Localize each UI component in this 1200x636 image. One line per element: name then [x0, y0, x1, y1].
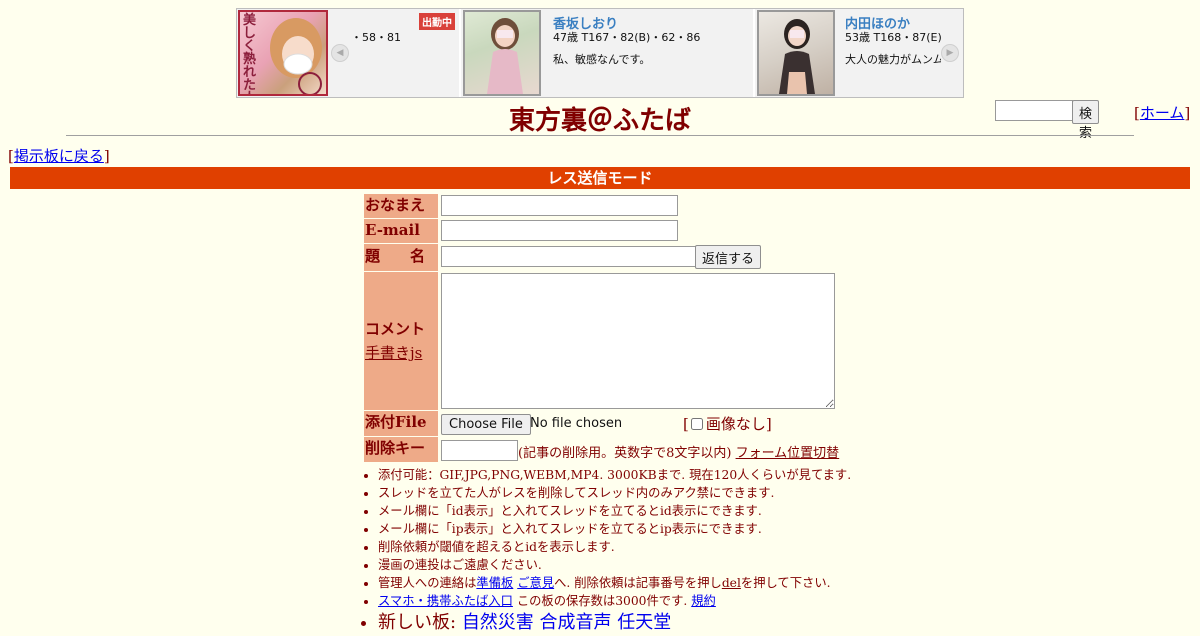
rule-item-new-boards: 新しい板: 自然災害 合成音声 任天堂: [378, 610, 980, 636]
name-input[interactable]: [441, 195, 678, 216]
ad-card-2[interactable]: 香坂しおり 47歳 T167・82(B)・62・86 私、敏感なんです。: [461, 9, 753, 97]
file-label: 添付File: [364, 411, 438, 436]
search-button[interactable]: 検索: [1072, 100, 1100, 141]
ad-photo-text: 美しく熟れた人妻: [243, 13, 257, 94]
mobile-entrance-link[interactable]: スマホ・携帯ふたば入口: [378, 594, 513, 608]
no-image-checkbox[interactable]: [690, 418, 703, 430]
rule-item: 削除依頼が閾値を超えるとidを表示します.: [378, 538, 980, 556]
ad-card-1[interactable]: 美しく熟れた人妻 ◀ 出勤中 ・58・81: [237, 9, 459, 97]
no-image-label: 画像なし: [705, 415, 766, 433]
choose-file-button[interactable]: Choose File: [441, 414, 531, 435]
ad-stats-3: 53歳 T168・87(E): [845, 31, 942, 44]
rule-item: スレッドを立てた人がレスを削除してスレッド内のみアク禁にできます.: [378, 484, 980, 502]
ad-card-3[interactable]: 内田ほのか 53歳 T168・87(E) 大人の魅力がムンム ▶: [755, 9, 963, 97]
rule-item: メール欄に「ip表示」と入れてスレッドを立てるとip表示にできます.: [378, 520, 980, 538]
del-link[interactable]: del: [722, 576, 741, 590]
subject-input[interactable]: [441, 246, 696, 267]
file-status: No file chosen: [530, 416, 623, 431]
email-input[interactable]: [441, 220, 678, 241]
portrait-image: [487, 18, 523, 94]
rules-list: 添付可能：GIF,JPG,PNG,WEBM,MP4. 3000KBまで. 現在1…: [360, 466, 980, 636]
divider: [66, 135, 1134, 136]
comment-label-cell: コメント 手書きjs: [364, 272, 438, 410]
rule-text: を押して下さい.: [740, 576, 831, 590]
portrait-image: [779, 19, 815, 94]
rule-item-contact: 管理人への連絡は準備板 ご意見へ. 削除依頼は記事番号を押しdelを押して下さい…: [378, 574, 980, 592]
ad-stats-2: 47歳 T167・82(B)・62・86: [553, 31, 701, 44]
home-link[interactable]: ホーム: [1140, 104, 1185, 122]
reply-mode-bar: レス送信モード: [10, 167, 1190, 189]
delete-key-note: (記事の削除用。英数字で8文字以内) フォーム位置切替: [518, 442, 839, 461]
search-input[interactable]: [995, 100, 1073, 121]
ad-photo-3[interactable]: [757, 10, 835, 96]
feedback-link[interactable]: ご意見: [517, 576, 554, 590]
rule-text: 管理人への連絡は: [378, 576, 477, 590]
rule-item: 漫画の連投はご遠慮ください.: [378, 556, 980, 574]
delete-key-label: 削除キー: [364, 437, 438, 462]
rule-item-mobile: スマホ・携帯ふたば入口 この板の保存数は3000件です. 規約: [378, 592, 980, 610]
submit-reply-button[interactable]: 返信する: [695, 245, 762, 269]
handwrite-js-link[interactable]: 手書きjs: [365, 342, 422, 363]
email-label: E-mail: [364, 219, 438, 243]
delete-key-note-text: (記事の削除用。英数字で8文字以内): [518, 446, 732, 461]
no-image-option: [画像なし]: [683, 415, 772, 433]
comment-label: コメント: [365, 320, 426, 338]
rule-text: へ. 削除依頼は記事番号を押し: [554, 576, 722, 590]
ad-photo-2[interactable]: [463, 10, 541, 96]
search-form: 検索: [995, 100, 1100, 141]
ad-stats-1: ・58・81: [351, 31, 401, 44]
delete-key-input[interactable]: [441, 440, 518, 461]
ad-message-3: 大人の魅力がムンム: [845, 53, 941, 66]
subject-label: 題 名: [364, 244, 438, 271]
terms-link[interactable]: 規約: [691, 594, 716, 608]
ad-next-arrow-icon[interactable]: ▶: [941, 44, 959, 62]
on-duty-badge: 出勤中: [419, 13, 455, 30]
form-position-toggle-link[interactable]: フォーム位置切替: [736, 446, 840, 461]
back-to-board-link[interactable]: 掲示板に戻る: [14, 147, 104, 165]
name-label: おなまえ: [364, 194, 438, 218]
ad-message-2: 私、敏感なんです。: [553, 53, 651, 66]
ad-prev-arrow-icon[interactable]: ◀: [331, 44, 349, 62]
ad-photo-1[interactable]: 美しく熟れた人妻: [238, 10, 328, 96]
ad-banner[interactable]: 美しく熟れた人妻 ◀ 出勤中 ・58・81 香坂しおり 47歳 T167・82(…: [236, 8, 964, 98]
rule-item: 添付可能：GIF,JPG,PNG,WEBM,MP4. 3000KBまで. 現在1…: [378, 466, 980, 484]
back-link-wrapper: [掲示板に戻る]: [8, 147, 110, 165]
rule-item: メール欄に「id表示」と入れてスレッドを立てるとid表示にできます.: [378, 502, 980, 520]
comment-textarea[interactable]: [441, 273, 835, 409]
prep-board-link[interactable]: 準備板: [476, 576, 513, 590]
rule-text: この板の保存数は3000件です.: [516, 594, 688, 608]
home-link-wrapper: [ホーム]: [1134, 104, 1191, 122]
